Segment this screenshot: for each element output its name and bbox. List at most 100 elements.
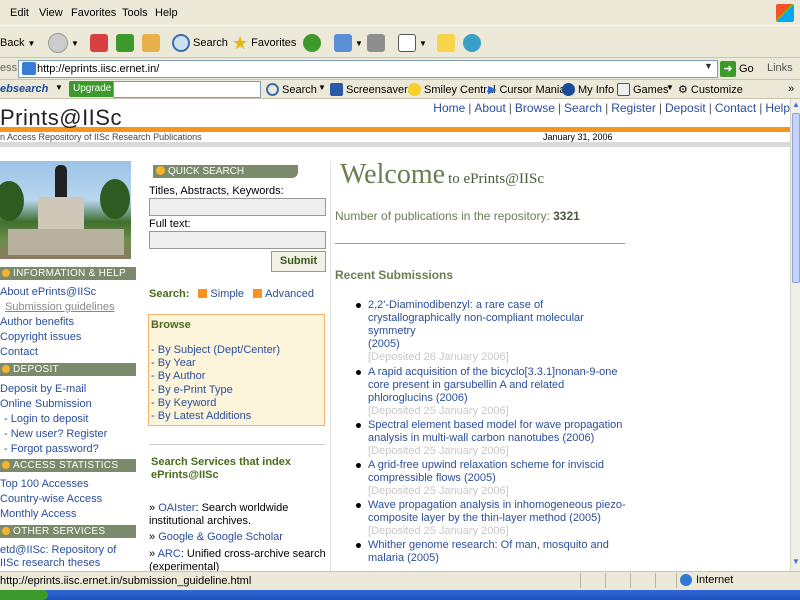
chevron-down-icon[interactable]: ▼	[666, 83, 674, 92]
go-button[interactable]: ➜ Go	[720, 60, 754, 78]
search-services-title: Search Services that index ePrints@IISc	[151, 456, 292, 481]
menu-help[interactable]: Help	[155, 7, 178, 19]
nav-home[interactable]: Home	[433, 101, 465, 115]
nav-search[interactable]: Search	[564, 101, 602, 115]
my-info-button[interactable]: My Info	[562, 83, 614, 96]
left-link-etd[interactable]: etd@IISc: Repository of	[0, 544, 116, 556]
smiley-central-button[interactable]: Smiley Central	[408, 83, 496, 96]
scroll-down-icon[interactable]: ▼	[792, 557, 800, 566]
left-link-submission-guidelines[interactable]: Submission guidelines	[5, 301, 114, 313]
websearch-input[interactable]	[113, 81, 261, 98]
cursor-mania-button[interactable]: ▶ Cursor Mania	[488, 83, 566, 97]
oaister-link[interactable]: OAIster	[158, 502, 195, 514]
history-button[interactable]	[303, 32, 321, 54]
titles-keywords-input[interactable]	[149, 198, 326, 216]
browse-by-keyword[interactable]: - By Keyword	[151, 397, 216, 409]
favorites-button[interactable]: ★ Favorites	[232, 32, 296, 54]
start-button[interactable]	[0, 590, 48, 600]
cursor-mania-label: Cursor Mania	[499, 83, 566, 96]
websearch-button[interactable]: Search	[266, 83, 317, 96]
nav-register[interactable]: Register	[611, 101, 656, 115]
chevron-down-icon[interactable]: ▼	[71, 39, 79, 48]
nav-deposit[interactable]: Deposit	[665, 101, 706, 115]
submission-link[interactable]: Wave propagation analysis in inhomogeneo…	[368, 499, 626, 524]
left-link-register[interactable]: - New user? Register	[4, 428, 107, 440]
status-text: http://eprints.iisc.ernet.in/submission_…	[0, 575, 252, 587]
vertical-scrollbar[interactable]: ▲ ▼	[790, 99, 800, 571]
links-button[interactable]: Links	[767, 62, 793, 74]
browse-by-subject[interactable]: - By Subject (Dept/Center)	[151, 344, 280, 356]
home-button[interactable]	[142, 32, 160, 54]
recent-submissions-title: Recent Submissions	[335, 268, 454, 282]
left-link-about[interactable]: About ePrints@IISc	[0, 286, 96, 298]
left-link-forgot-password[interactable]: - Forgot password?	[4, 443, 99, 455]
search-button[interactable]: Search	[172, 32, 228, 54]
divider	[149, 444, 325, 445]
chevron-down-icon[interactable]: ▼	[419, 39, 427, 48]
mail-button[interactable]: ▼	[334, 32, 363, 54]
browse-latest[interactable]: - By Latest Additions	[151, 410, 251, 422]
submission-link[interactable]: Whither genome research: Of man, mosquit…	[368, 539, 609, 564]
edit-button[interactable]: ▼	[398, 32, 427, 54]
browse-by-type[interactable]: - By e-Print Type	[151, 384, 233, 396]
games-icon	[617, 83, 630, 96]
browse-by-author[interactable]: - By Author	[151, 370, 205, 382]
submit-button[interactable]: Submit	[271, 251, 326, 272]
left-link-author-benefits[interactable]: Author benefits	[0, 316, 74, 328]
customize-button[interactable]: ⚙ Customize	[678, 83, 743, 97]
browse-by-year[interactable]: - By Year	[151, 357, 196, 369]
simple-search-link[interactable]: Simple	[210, 288, 244, 300]
other-services-heading: OTHER SERVICES	[0, 525, 136, 538]
publication-count-label: Number of publications in the repository…	[335, 209, 550, 223]
search-icon	[172, 34, 190, 52]
arc-link[interactable]: ARC	[158, 548, 181, 560]
fulltext-input[interactable]	[149, 231, 326, 249]
back-button[interactable]: Back ▼	[0, 32, 35, 54]
submission-link[interactable]: A grid-free upwind relaxation scheme for…	[368, 459, 604, 484]
menu-view[interactable]: View	[39, 7, 63, 19]
chevron-down-icon[interactable]: ▼	[355, 39, 363, 48]
left-link-top-100[interactable]: Top 100 Accesses	[0, 478, 89, 490]
left-link-deposit-email[interactable]: Deposit by E-mail	[0, 383, 86, 395]
left-link-monthly[interactable]: Monthly Access	[0, 508, 76, 520]
nav-contact[interactable]: Contact	[715, 101, 756, 115]
scroll-up-icon[interactable]: ▲	[792, 100, 800, 109]
nav-help[interactable]: Help	[765, 101, 790, 115]
chevron-down-icon[interactable]: ▼	[704, 61, 713, 71]
left-link-country-wise[interactable]: Country-wise Access	[0, 493, 102, 505]
left-link-online-submission[interactable]: Online Submission	[0, 398, 92, 410]
refresh-button[interactable]	[116, 32, 134, 54]
submission-link[interactable]: A rapid acquisition of the bicyclo[3.3.1…	[368, 366, 618, 404]
menu-favorites[interactable]: Favorites	[71, 7, 116, 19]
left-link-copyright[interactable]: Copyright issues	[0, 331, 81, 343]
menu-edit[interactable]: Edit	[10, 7, 29, 19]
submission-link[interactable]: 2,2'-Diaminodibenzyl: a rare case of cry…	[368, 299, 584, 337]
left-link-contact[interactable]: Contact	[0, 346, 38, 358]
chevron-down-icon[interactable]: ▼	[27, 39, 35, 48]
advanced-search-link[interactable]: Advanced	[265, 288, 314, 300]
google-scholar-link[interactable]: Google & Google Scholar	[158, 531, 283, 543]
messenger-button[interactable]	[463, 32, 481, 54]
address-input[interactable]: http://eprints.iisc.ernet.in/	[18, 60, 718, 78]
chevron-down-icon[interactable]: ▼	[55, 83, 63, 92]
menu-tools[interactable]: Tools	[122, 7, 148, 19]
stop-button[interactable]	[90, 32, 108, 54]
toolbar-overflow-icon[interactable]: »	[788, 83, 794, 95]
nav-about[interactable]: About	[474, 101, 505, 115]
left-link-etd-cont[interactable]: IISc research theses	[0, 557, 100, 569]
address-url: http://eprints.iisc.ernet.in/	[37, 63, 160, 75]
bullet-icon	[156, 166, 165, 175]
print-button[interactable]	[367, 32, 385, 54]
notes-button[interactable]	[437, 32, 455, 54]
scroll-thumb[interactable]	[792, 113, 800, 283]
submission-link[interactable]: Spectral element based model for wave pr…	[368, 419, 622, 444]
forward-button[interactable]: ▼	[48, 32, 79, 54]
left-link-login[interactable]: - Login to deposit	[4, 413, 88, 425]
games-button[interactable]: Games	[617, 83, 668, 96]
screensavers-button[interactable]: Screensavers	[330, 83, 413, 96]
back-label: Back	[0, 37, 25, 49]
nav-browse[interactable]: Browse	[515, 101, 555, 115]
service-arc: » ARC: Unified cross-archive search (exp…	[149, 548, 326, 571]
upgrade-button[interactable]: Upgrade	[69, 81, 116, 97]
chevron-down-icon[interactable]: ▼	[318, 83, 326, 92]
